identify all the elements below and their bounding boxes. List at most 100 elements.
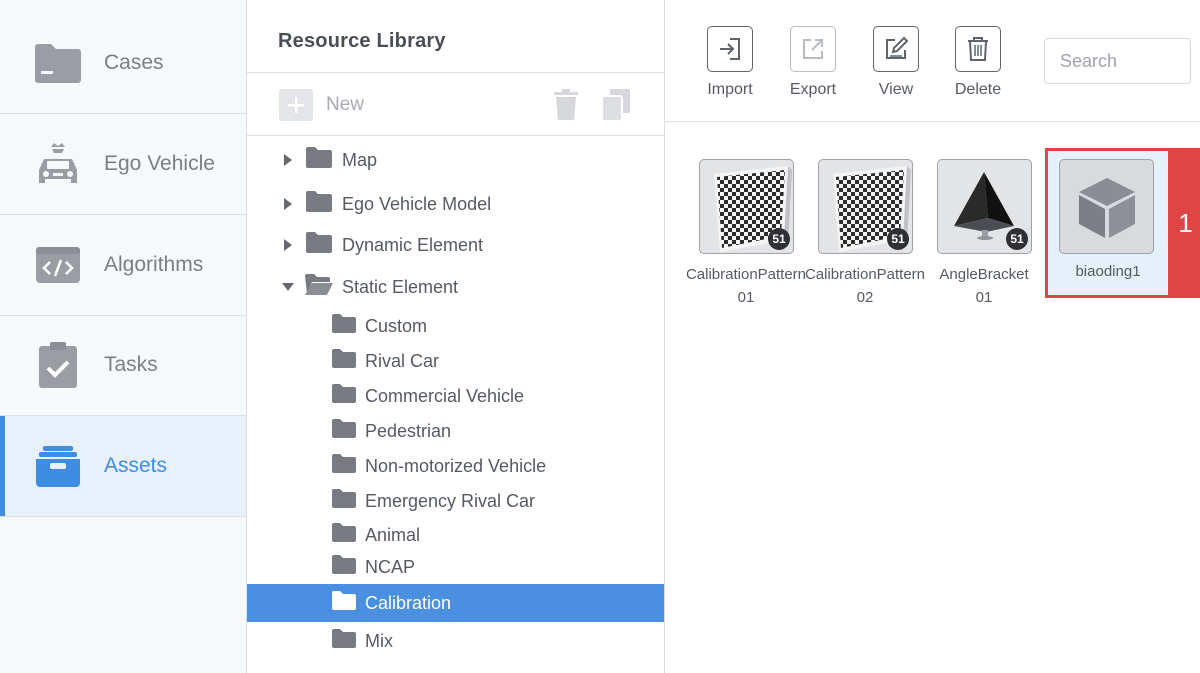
tree-item-label: Pedestrian — [365, 420, 452, 441]
export-icon — [790, 26, 836, 72]
asset-name-line: 01 — [737, 289, 755, 306]
asset-name-line: CalibrationPattern — [804, 266, 926, 283]
edit-icon — [873, 26, 919, 72]
tree-item-ncap[interactable]: NCAP — [247, 548, 664, 586]
import-label: Import — [707, 81, 753, 98]
asset-name-line: 02 — [856, 289, 874, 306]
folder-icon — [306, 147, 332, 173]
trash-icon — [955, 26, 1001, 72]
delete-label: Delete — [954, 81, 1002, 98]
import-icon — [707, 26, 753, 72]
caret-down-icon[interactable] — [281, 280, 295, 294]
nav-label: Cases — [104, 51, 164, 74]
search-input[interactable] — [1044, 38, 1191, 84]
folder-icon — [332, 489, 356, 513]
nav-label: Algorithms — [104, 253, 204, 276]
export-button[interactable]: Export — [778, 26, 848, 99]
view-button[interactable]: View — [861, 26, 931, 99]
tree-item-label: Emergency Rival Car — [365, 490, 536, 511]
tree-item-ego-vehicle-model[interactable]: Ego Vehicle Model — [247, 185, 664, 223]
tree-item-label: Custom — [365, 315, 428, 336]
folder-icon — [332, 523, 356, 547]
nav-item-ego-vehicle[interactable]: Ego Vehicle — [0, 114, 246, 215]
panel-title: Resource Library — [278, 30, 446, 52]
resource-library-panel: Resource Library New Map Ego Vehicle Mod… — [247, 0, 665, 673]
tree-item-label: NCAP — [365, 556, 416, 577]
tree-item-label: Animal — [365, 524, 421, 545]
new-button-label: New — [326, 94, 365, 115]
folder-icon — [332, 591, 356, 615]
asset-name: CalibrationPattern 01 — [683, 263, 809, 309]
tree-item-custom[interactable]: Custom — [247, 307, 664, 345]
tree-item-label: Rival Car — [365, 350, 440, 371]
main-nav: Cases Ego Vehicle Algorithms Tasks Asset… — [0, 0, 247, 673]
view-label: View — [878, 81, 914, 98]
tree-item-emergency-rival-car[interactable]: Emergency Rival Car — [247, 482, 664, 520]
tree-item-label: Commercial Vehicle — [365, 385, 525, 406]
folder-icon — [332, 555, 356, 579]
delete-button[interactable]: Delete — [943, 26, 1013, 99]
selection-marker: 1 — [1171, 148, 1200, 298]
tree-item-dynamic-element[interactable]: Dynamic Element — [247, 226, 664, 264]
export-label: Export — [789, 81, 837, 98]
folder-open-icon — [305, 274, 333, 300]
count-badge: 51 — [887, 228, 909, 250]
nav-label: Assets — [104, 454, 168, 477]
new-button[interactable]: New — [279, 89, 364, 121]
tree-item-rival-car[interactable]: Rival Car — [247, 342, 664, 380]
nav-label: Tasks — [104, 353, 158, 376]
asset-toolbar: Import Export View Delete — [665, 0, 1200, 122]
folder-icon — [332, 349, 356, 373]
tree-item-map[interactable]: Map — [247, 141, 664, 179]
drawer-icon — [32, 440, 84, 492]
library-toolbar: New — [247, 72, 664, 136]
folder-icon — [332, 629, 356, 653]
clipboard-check-icon — [32, 339, 84, 391]
code-icon — [32, 239, 84, 291]
nav-item-tasks[interactable]: Tasks — [0, 315, 246, 416]
tree-item-non-motorized-vehicle[interactable]: Non-motorized Vehicle — [247, 447, 664, 485]
caret-right-icon[interactable] — [281, 197, 295, 211]
asset-name-line: CalibrationPattern — [685, 266, 807, 283]
folder-icon — [332, 384, 356, 408]
tree-item-pedestrian[interactable]: Pedestrian — [247, 412, 664, 450]
asset-name: AngleBracket 01 — [921, 263, 1047, 309]
asset-name-line: 01 — [975, 289, 993, 306]
folder-icon — [332, 419, 356, 443]
trash-icon[interactable] — [552, 89, 580, 126]
car-icon — [32, 138, 84, 190]
folder-icon — [332, 314, 356, 338]
tree-item-commercial-vehicle[interactable]: Commercial Vehicle — [247, 377, 664, 415]
nav-item-assets[interactable]: Assets — [0, 416, 246, 517]
nav-item-cases[interactable]: Cases — [0, 13, 246, 114]
folder-icon — [306, 232, 332, 258]
checkerboard-thumbnail: 51 — [818, 159, 913, 254]
tree-item-label: Non-motorized Vehicle — [365, 455, 547, 476]
folder-icon — [32, 37, 84, 89]
folder-icon — [332, 454, 356, 478]
asset-panel: Import Export View Delete Search 51 Cali… — [665, 0, 1200, 673]
cube-icon[interactable] — [1059, 159, 1154, 254]
asset-name: biaoding1 — [1075, 263, 1141, 280]
asset-name-line: AngleBracket — [939, 266, 1029, 283]
checkerboard-thumbnail: 51 — [699, 159, 794, 254]
count-badge: 51 — [768, 228, 790, 250]
tree-item-label: Static Element — [342, 276, 459, 297]
nav-item-algorithms[interactable]: Algorithms — [0, 215, 246, 316]
asset-name: CalibrationPattern 02 — [802, 263, 928, 309]
caret-right-icon[interactable] — [281, 153, 295, 167]
tree-item-label: Map — [342, 149, 378, 170]
tree-item-label: Mix — [365, 630, 393, 651]
folder-icon — [306, 191, 332, 217]
tree-item-label: Calibration — [365, 592, 452, 613]
tree-item-calibration[interactable]: Calibration — [247, 584, 664, 622]
nav-label: Ego Vehicle — [104, 152, 215, 175]
tree-item-static-element[interactable]: Static Element — [247, 268, 664, 306]
count-badge: 51 — [1006, 228, 1028, 250]
caret-right-icon[interactable] — [281, 238, 295, 252]
copy-icon[interactable] — [601, 88, 631, 127]
tree-item-label: Ego Vehicle Model — [342, 193, 492, 214]
tree-item-mix[interactable]: Mix — [247, 622, 664, 660]
import-button[interactable]: Import — [695, 26, 765, 99]
tree-item-label: Dynamic Element — [342, 234, 484, 255]
